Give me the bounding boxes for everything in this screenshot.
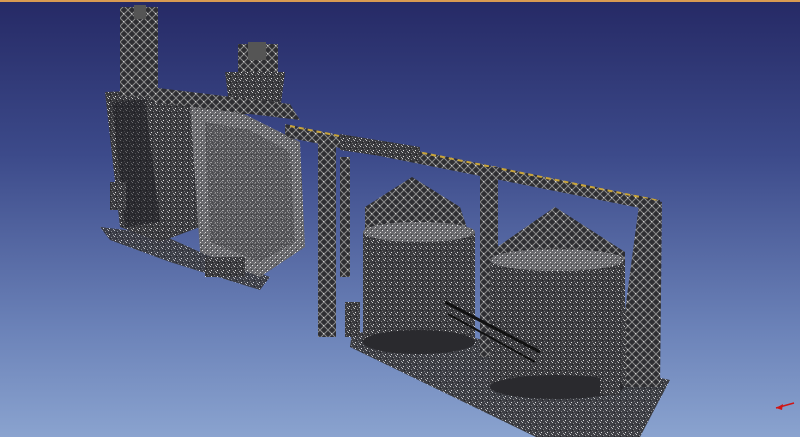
- point-cloud-scene[interactable]: [0, 2, 800, 437]
- silo-left: [363, 177, 475, 354]
- 3d-viewport[interactable]: [0, 0, 800, 437]
- axis-indicator-icon[interactable]: [774, 401, 796, 415]
